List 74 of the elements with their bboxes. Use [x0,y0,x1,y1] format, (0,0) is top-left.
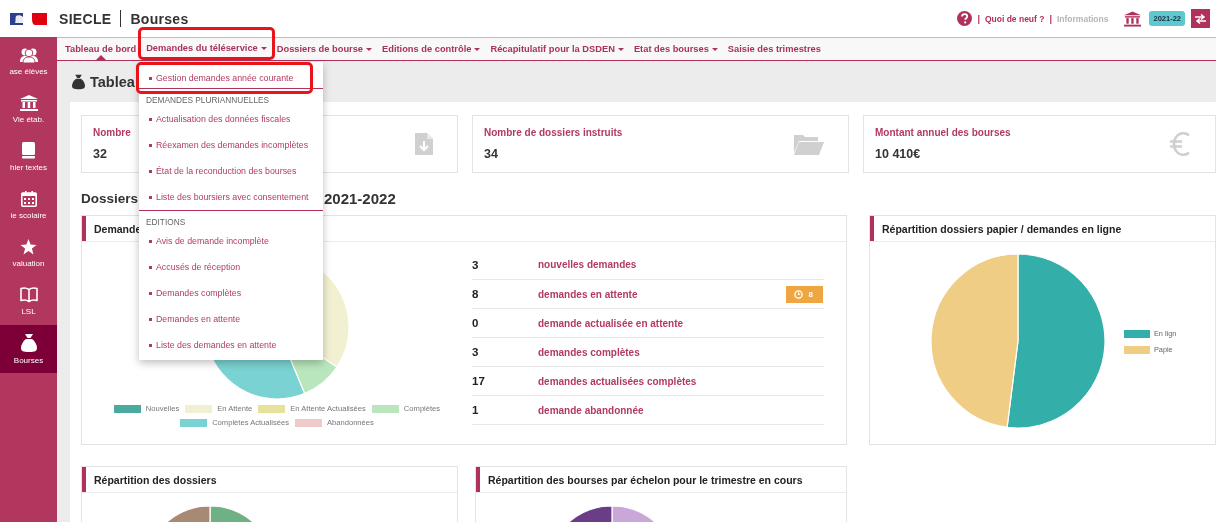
switch-button[interactable] [1191,9,1210,28]
separator: | [977,13,980,24]
demand-link[interactable]: demande actualisée en attente [538,317,824,329]
demand-link[interactable]: demandes actualisées complètes [538,375,824,387]
money-bag-icon [72,73,85,90]
page-title: Tablea [90,73,135,90]
header-link[interactable]: Quoi de neuf ? [984,13,1045,24]
card-title: Répartition dossiers papier / demandes en ligne [882,222,1122,235]
menu-section-heading: DEMANDES PLURIANNUELLES [145,94,271,106]
count-value: 1 [472,404,480,416]
open-book-icon [19,286,38,303]
menu-item[interactable]: Demandes complètes [139,280,246,306]
nav-tab[interactable]: Dossiers de bourse [271,38,378,60]
menu-item[interactable]: Réexamen des demandes incomplètes [139,132,313,158]
stat-label: Montant annuel des bourses [875,127,1011,138]
separator: | [1049,13,1052,24]
count-value: 0 [472,317,480,329]
people-icon [18,46,39,63]
stat-value: 34 [484,147,498,161]
count-value: 17 [472,375,486,387]
sidebar-item[interactable]: LSL [0,277,57,325]
demand-link[interactable]: demande abandonnée [538,404,824,416]
sidebar-item[interactable]: ase élèves [0,37,57,85]
menu-item[interactable]: Gestion demandes année courante [139,65,298,91]
stat-value: 32 [93,147,107,161]
nav-tab[interactable]: Editions de contrôle [377,38,486,60]
app-name: SIECLE [59,10,112,27]
nav-tab[interactable]: Récapitulatif pour la DSDEN [485,38,629,60]
money-bag-icon [20,333,37,352]
menu-item[interactable]: Demandes en attente [139,306,245,332]
menu-item[interactable]: Accusés de réception [139,254,245,280]
file-download-icon [415,133,433,155]
euro-icon [1169,132,1191,156]
section-year: 2021-2022 [324,189,397,207]
demand-link[interactable]: demandes en attente [538,288,786,300]
sidebar-item[interactable]: hier textes [0,133,57,181]
menu-section-heading: EDITIONS [145,216,187,228]
stat-label: Nombre de dossiers instruits [484,127,623,138]
card-title: Répartition des dossiers [94,473,217,486]
nav-tab[interactable]: Tableau de bord [60,38,142,60]
count-value: 8 [472,288,480,300]
pending-badge: 8 [785,285,823,303]
menu-item[interactable]: Actualisation des données fiscales [139,106,295,132]
clock-icon [793,289,803,299]
demand-link[interactable]: nouvelles demandes [538,259,824,270]
stat-value: 10 410€ [875,147,921,161]
card-title: Demande [94,222,142,235]
bank-icon [1124,10,1142,27]
section-title: Dossiers [81,190,139,206]
demand-link[interactable]: demandes complètes [538,346,824,358]
count-value: 3 [472,346,480,358]
menu-item[interactable]: Liste des boursiers avec consentement [139,184,313,210]
stat-label: Nombre [93,127,131,138]
sidebar-item[interactable]: ie scolaire [0,181,57,229]
star-icon [20,238,37,255]
nav-tab[interactable]: Etat des bourses [628,38,723,60]
nav-tab[interactable]: Saisie des trimestres [722,38,826,60]
count-value: 3 [472,258,480,271]
menu-item[interactable]: Avis de demande incomplète [139,228,273,254]
menu-item[interactable]: Liste des demandes en attente [139,332,281,358]
module-name: Bourses [130,10,189,27]
folder-icon [794,133,824,155]
nav-tab[interactable]: Demandes du téléservice [141,38,272,57]
sidebar-item[interactable]: valuation [0,229,57,277]
sidebar-item[interactable]: Vie étab. [0,85,57,133]
flag-logo [10,11,47,26]
menu-item[interactable]: État de la reconduction des bourses [139,158,301,184]
book-icon [21,142,36,159]
card-title: Répartition des bourses par échelon pour le trimestre en cours [488,473,803,486]
calendar-icon [20,190,37,207]
swap-icon [1195,13,1206,24]
bank-icon [19,94,38,111]
sidebar-item[interactable]: Bourses [0,325,57,373]
help-icon[interactable] [957,11,973,26]
